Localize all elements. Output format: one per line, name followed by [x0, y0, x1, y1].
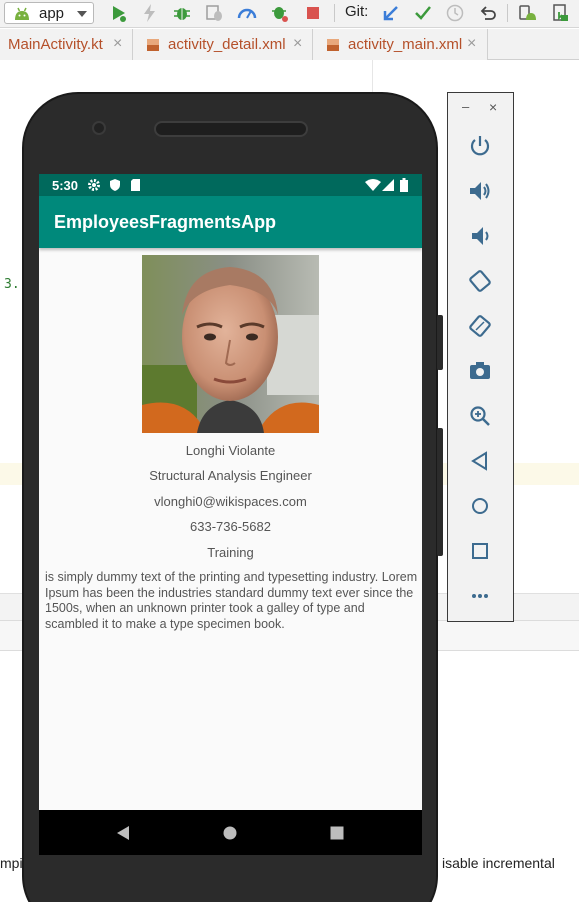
employee-title: Structural Analysis Engineer [149, 468, 312, 483]
xml-file-icon [327, 39, 339, 51]
android-studio-window: app Git: MainActivity.kt × activity_deta… [0, 0, 579, 902]
nav-back-icon[interactable] [115, 825, 131, 841]
profiler-icon[interactable] [237, 3, 257, 23]
employee-phone: 633-736-5682 [190, 519, 271, 534]
front-camera [92, 121, 106, 135]
avd-manager-icon[interactable] [517, 3, 537, 23]
close-button[interactable]: × [489, 99, 497, 115]
navigation-bar [39, 810, 422, 855]
back-icon[interactable] [467, 448, 493, 474]
nav-home-icon[interactable] [222, 825, 238, 841]
status-bar: 5:30 [39, 174, 422, 196]
git-label: Git: [345, 3, 369, 20]
volume-up-icon[interactable] [467, 178, 493, 204]
rotate-left-icon[interactable] [467, 268, 493, 294]
sd-card-icon [131, 179, 140, 191]
ide-toolbar: app Git: [0, 0, 579, 28]
rotate-right-icon[interactable] [467, 313, 493, 339]
employee-email: vlonghi0@wikispaces.com [154, 494, 307, 509]
tab-activity-detail[interactable]: activity_detail.xml × [133, 29, 313, 60]
xml-file-icon [147, 39, 159, 51]
minimize-button[interactable]: – [462, 99, 469, 114]
overview-icon[interactable] [467, 538, 493, 564]
code-text: 3. [4, 277, 20, 292]
power-icon[interactable] [467, 133, 493, 159]
employee-photo [142, 255, 319, 433]
git-update-icon[interactable] [381, 3, 401, 23]
tab-label: activity_detail.xml [168, 36, 286, 53]
android-icon [15, 7, 29, 20]
app-bar: EmployeesFragmentsApp [39, 196, 422, 248]
employee-photo-image [142, 255, 319, 433]
chevron-down-icon [77, 11, 87, 17]
toolbar-separator [507, 4, 508, 22]
stop-icon[interactable] [303, 3, 323, 23]
battery-icon [400, 178, 408, 192]
nav-overview-icon[interactable] [329, 825, 345, 841]
git-rollback-icon[interactable] [478, 3, 498, 23]
editor-tab-bar: MainActivity.kt × activity_detail.xml × … [0, 29, 579, 60]
settings-icon [88, 179, 100, 191]
toolbar-separator [334, 4, 335, 22]
build-output-text: mpi [0, 855, 23, 871]
employee-department: Training [207, 545, 254, 560]
run-configuration-label: app [39, 5, 65, 22]
debug-restart-icon[interactable] [270, 3, 290, 23]
camera-icon[interactable] [467, 358, 493, 384]
earpiece-speaker [154, 121, 308, 137]
tab-activity-main[interactable]: activity_main.xml × [313, 29, 488, 60]
attach-debugger-icon[interactable] [204, 3, 224, 23]
volume-down-icon[interactable] [467, 223, 493, 249]
run-configuration-select[interactable]: app [4, 2, 94, 24]
power-side-button [437, 315, 443, 370]
status-time: 5:30 [52, 178, 79, 193]
run-icon[interactable] [108, 3, 128, 23]
employee-bio: is simply dummy text of the printing and… [45, 570, 418, 631]
wifi-icon [365, 179, 381, 191]
signal-icon [382, 179, 394, 191]
home-icon[interactable] [467, 493, 493, 519]
build-output-text: isable incremental [442, 855, 555, 871]
tab-label: activity_main.xml [348, 36, 463, 53]
device-screen[interactable]: 5:30 EmployeesFragmentsApp Longhi Violan… [39, 174, 422, 855]
sdk-manager-icon[interactable] [550, 3, 570, 23]
debug-icon[interactable] [172, 3, 192, 23]
emulator-controls-panel: – × [447, 92, 514, 622]
volume-side-button [437, 428, 443, 556]
git-history-icon[interactable] [445, 3, 465, 23]
tab-mainactivity[interactable]: MainActivity.kt × [0, 29, 133, 60]
close-icon[interactable]: × [467, 35, 476, 53]
employee-name: Longhi Violante [185, 443, 276, 458]
close-icon[interactable]: × [113, 35, 122, 53]
app-title: EmployeesFragmentsApp [54, 212, 277, 232]
shield-icon [110, 179, 120, 191]
close-icon[interactable]: × [293, 35, 302, 53]
apply-changes-icon[interactable] [140, 3, 160, 23]
more-icon[interactable] [467, 583, 493, 609]
tab-label: MainActivity.kt [8, 36, 103, 53]
git-commit-icon[interactable] [413, 3, 433, 23]
zoom-icon[interactable] [467, 403, 493, 429]
